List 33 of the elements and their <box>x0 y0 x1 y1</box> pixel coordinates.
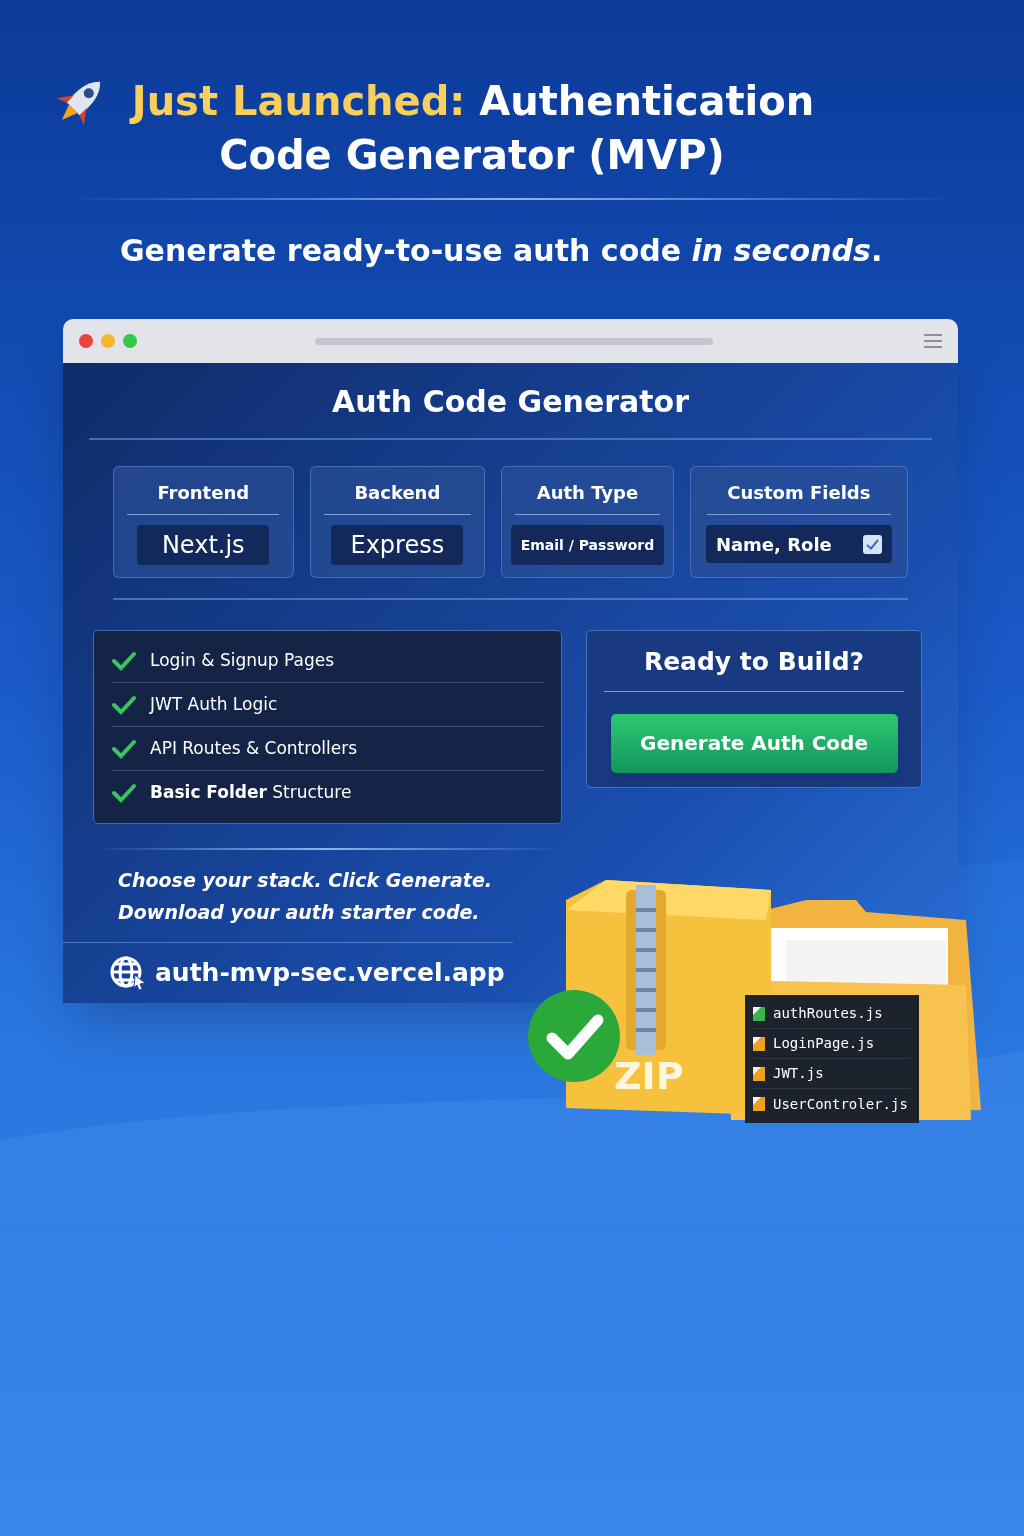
select-field[interactable]: Email / Password <box>510 525 665 565</box>
file-name: UserControler.js <box>773 1094 908 1114</box>
file-name: LoginPage.js <box>773 1034 875 1053</box>
subtitle: Generate ready-to-use auth code in seconds. <box>120 232 884 270</box>
select-field[interactable]: Name, Role <box>705 525 892 563</box>
feature-text: Basic Folder Structure <box>150 781 352 805</box>
window-title: Auth Code Generator <box>330 383 691 421</box>
feature-text: Login & Signup Pages <box>150 648 334 672</box>
window-button[interactable] <box>101 334 115 348</box>
checkbox[interactable] <box>862 534 882 554</box>
option-label: Frontend <box>157 481 250 505</box>
menu-icon[interactable] <box>924 334 942 348</box>
feature-text: JWT Auth Logic <box>150 692 278 716</box>
select-field[interactable]: Next.js <box>137 525 270 565</box>
option-label: Auth Type <box>536 481 639 505</box>
option-label: Backend <box>354 481 441 505</box>
cta-heading: Ready to Build? <box>643 646 865 678</box>
window-button[interactable] <box>79 334 93 348</box>
headline: Code Generator (MVP) <box>219 131 725 180</box>
select-field[interactable]: Express <box>331 525 464 565</box>
address-bar[interactable] <box>315 337 713 345</box>
feature-text: API Routes & Controllers <box>150 736 358 760</box>
window-button[interactable] <box>123 334 137 348</box>
tagline: Download your auth starter code. <box>118 900 481 925</box>
file-name: authRoutes.js <box>773 1004 883 1023</box>
file-name: JWT.js <box>773 1064 824 1083</box>
option-label: Custom Fields <box>727 481 871 505</box>
site-link[interactable]: auth-mvp-sec.vercel.app <box>155 954 505 992</box>
tagline: Choose your stack. Click Generate. <box>118 868 494 893</box>
globe-icon <box>109 955 147 991</box>
zip-label: ZIP <box>614 1053 684 1100</box>
headline: Just Launched: Authentication <box>131 77 815 126</box>
field-value: Name, Role <box>715 532 832 557</box>
